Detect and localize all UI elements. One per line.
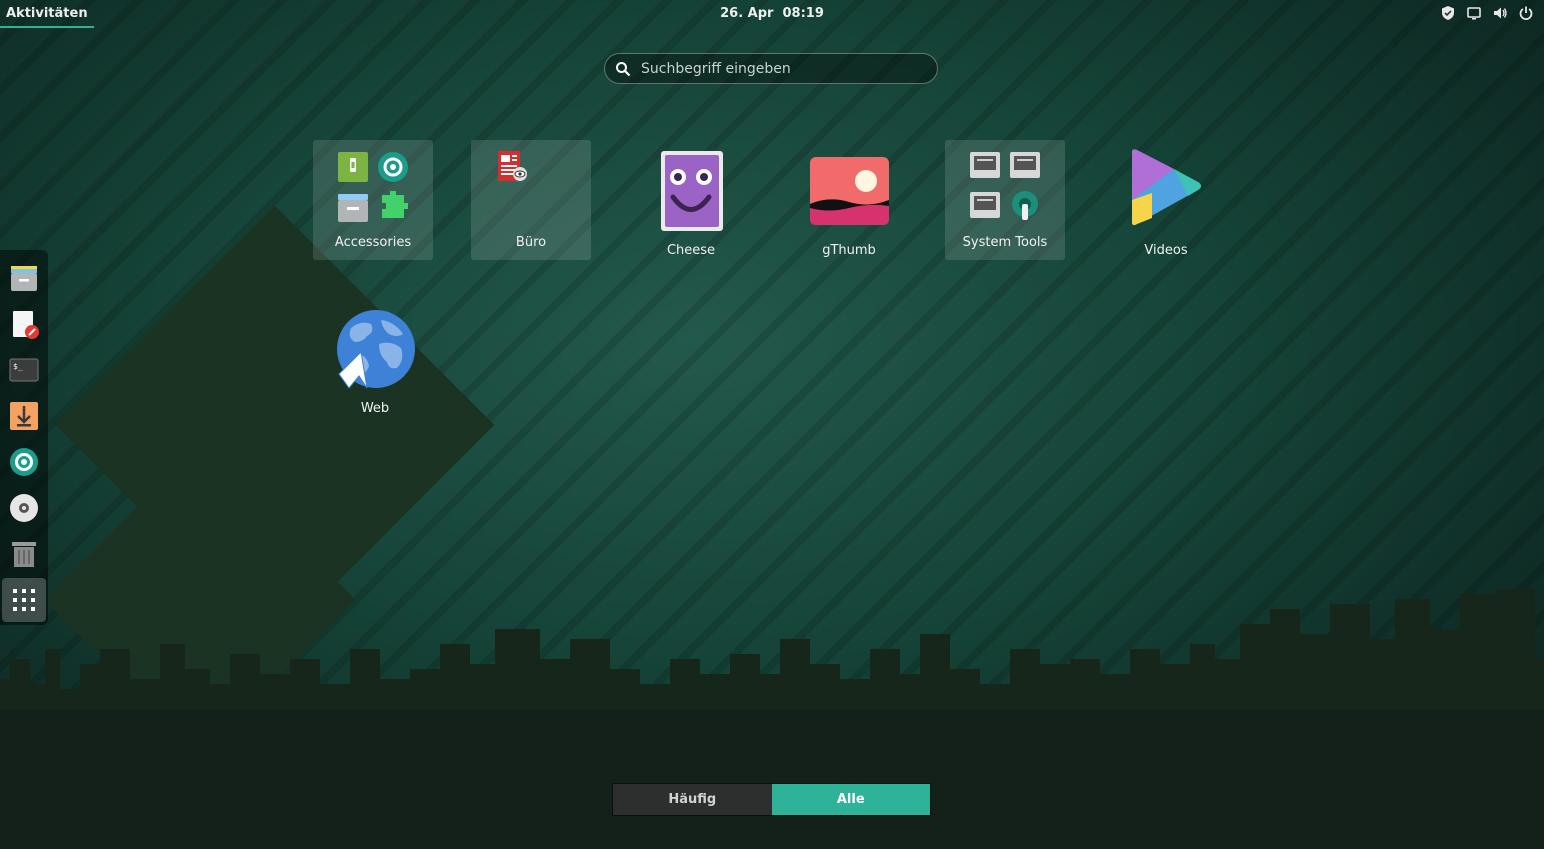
search-icon: [616, 61, 631, 76]
app-folder-accessories[interactable]: Accessories: [313, 140, 433, 260]
app-gthumb[interactable]: gThumb: [789, 140, 909, 260]
app-label: Büro: [515, 235, 547, 250]
app-folder-buero[interactable]: Büro: [471, 140, 591, 260]
app-web[interactable]: Web: [315, 300, 435, 420]
app-label: Cheese: [666, 243, 716, 258]
trash-icon: [12, 542, 36, 567]
dash-item-files[interactable]: [2, 256, 46, 300]
clock-label: 26. Apr 08:19: [720, 6, 824, 21]
volume-icon: [1494, 7, 1507, 19]
dash-item-downloader[interactable]: [2, 394, 46, 438]
search-input[interactable]: [639, 59, 937, 78]
app-label: Accessories: [334, 235, 412, 250]
files-icon: [11, 266, 37, 291]
gthumb-icon: [810, 157, 889, 225]
clock[interactable]: 26. Apr 08:19: [0, 0, 1544, 28]
app-videos[interactable]: Videos: [1106, 140, 1226, 260]
shield-icon: [1442, 6, 1454, 20]
disc-icon: [10, 494, 38, 522]
app-label: Web: [360, 401, 390, 416]
app-cheese[interactable]: Cheese: [631, 140, 751, 260]
frequent-apps-button[interactable]: Häufig: [613, 784, 772, 815]
dash-item-screenshot[interactable]: [2, 440, 46, 484]
dash: $_: [0, 250, 48, 625]
app-label: Videos: [1144, 243, 1188, 258]
web-browser-icon: [337, 310, 415, 389]
svg-text:$_: $_: [13, 362, 23, 371]
app-label: gThumb: [822, 243, 876, 258]
terminal-icon: $_: [9, 358, 39, 382]
accessories-folder-icon: [338, 152, 408, 222]
system-tools-folder-icon: [970, 152, 1040, 220]
downloader-icon: [10, 402, 38, 430]
videos-icon: [1132, 149, 1201, 226]
show-apps-icon: [13, 589, 35, 611]
app-folder-system-tools[interactable]: System Tools: [945, 140, 1065, 260]
app-label: System Tools: [962, 235, 1048, 250]
app-view-switch: Häufig Alle: [612, 783, 931, 816]
dash-item-text-editor[interactable]: [2, 302, 46, 346]
dash-item-disc[interactable]: [2, 486, 46, 530]
system-status-area[interactable]: [1440, 5, 1534, 21]
dash-item-terminal[interactable]: $_: [2, 348, 46, 392]
dash-item-trash[interactable]: [2, 532, 46, 576]
search-bar[interactable]: [604, 53, 938, 84]
all-apps-button[interactable]: Alle: [771, 784, 930, 815]
dash-item-show-apps[interactable]: [2, 578, 46, 622]
power-icon: [1519, 6, 1533, 20]
cheese-icon: [661, 151, 723, 231]
office-document-viewer-icon: [498, 151, 527, 181]
screen-icon: [1467, 7, 1481, 20]
screenshot-icon: [10, 448, 38, 476]
top-bar: Aktivitäten 26. Apr 08:19: [0, 0, 1544, 28]
text-editor-icon: [13, 311, 39, 339]
